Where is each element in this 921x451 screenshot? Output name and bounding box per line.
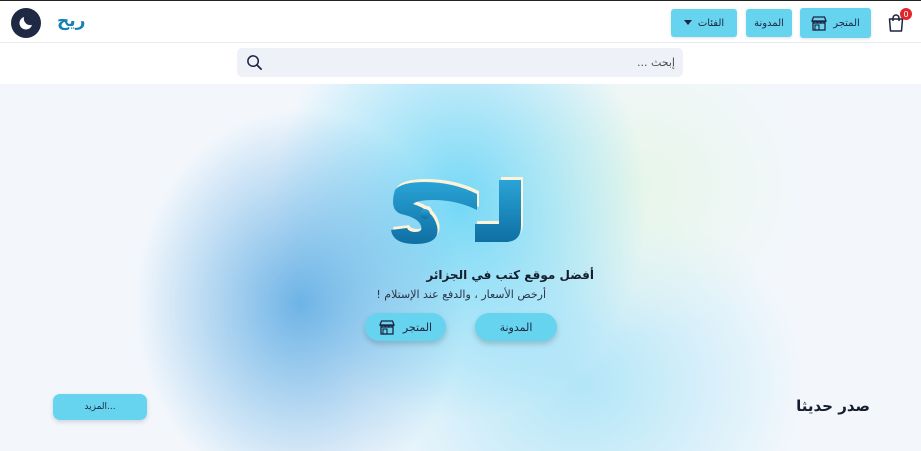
store-icon (378, 319, 395, 335)
hero-blog-label: المدونة (499, 320, 533, 334)
hero-store-label: المتجر (402, 320, 433, 334)
caret-down-icon (683, 20, 692, 25)
search-box (237, 48, 683, 77)
store-button[interactable]: المتجر (800, 8, 871, 38)
search-bar-row (0, 43, 921, 84)
categories-label: الفئات (697, 17, 725, 29)
search-icon[interactable] (246, 54, 263, 71)
hero-title: أفضل موقع كتب في الجزائر (426, 268, 594, 282)
blog-button[interactable]: المدونة (746, 9, 792, 37)
navbar: ريح الفئات المدونة المتجر 0 (0, 0, 921, 43)
categories-dropdown[interactable]: الفئات (671, 9, 737, 37)
store-label: المتجر (833, 17, 860, 29)
hero-subtitle: أرخص الأسعار ، والدفع عند الإستلام ! (376, 288, 546, 301)
recent-section-title: صدر حديثا (796, 397, 870, 415)
hero-logo (391, 177, 523, 244)
more-button[interactable]: المزيد... (53, 394, 147, 420)
hero-store-button[interactable]: المتجر (365, 313, 446, 341)
search-input[interactable] (269, 48, 675, 77)
cart-count-badge: 0 (900, 8, 912, 20)
hero-blog-button[interactable]: المدونة (475, 313, 557, 341)
more-label: المزيد... (84, 402, 116, 412)
blog-label: المدونة (754, 17, 784, 29)
moon-icon (19, 17, 32, 30)
store-icon (811, 15, 828, 31)
hero-section: أفضل موقع كتب في الجزائر أرخص الأسعار ، … (0, 84, 921, 451)
theme-toggle-button[interactable] (11, 8, 41, 38)
brand-logo[interactable]: ريح (57, 11, 86, 31)
